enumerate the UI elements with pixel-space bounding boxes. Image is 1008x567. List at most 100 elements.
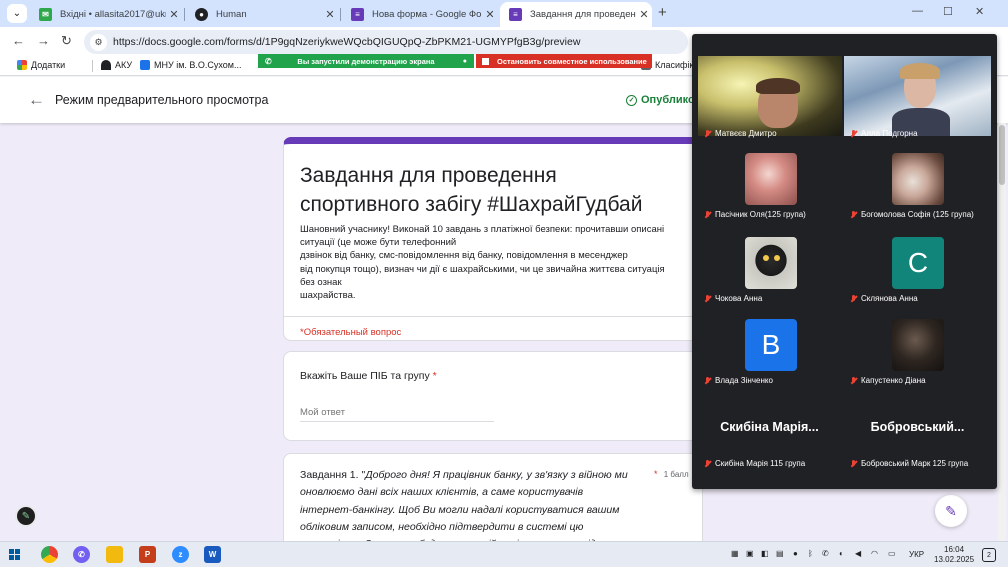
participant-tile[interactable]: Склянова Анна (838, 289, 997, 303)
stop-sharing-button[interactable]: Остановить совместное использование (476, 54, 652, 68)
bookmark-label: АКУ (115, 60, 133, 70)
form-header-card: Завдання для проведення спортивного забі… (283, 137, 703, 341)
windows-taskbar: ✆ P z W ▦ ▣ ◧ ▤ ● ᛒ ✆ ◐ ◀ ◠ ▭ УКР 16:04 … (0, 541, 1008, 567)
close-icon[interactable]: ✕ (482, 8, 498, 21)
mic-off-icon (704, 376, 712, 385)
close-window-icon[interactable]: ✕ (975, 5, 984, 18)
tray-app-icon[interactable]: ▤ (776, 549, 784, 558)
tray-app-icon[interactable]: ◐ (839, 549, 844, 558)
tab-form-preview[interactable]: ≡ Завдання для проведення спо ✕ (500, 2, 652, 27)
description-line: без ознак (300, 276, 342, 288)
participant-video (844, 56, 991, 136)
name-text: Матвєєв Дмитро (715, 129, 777, 138)
participant-tile[interactable]: Пасічник Оля(125 група) (692, 205, 844, 219)
language-indicator[interactable]: УКР (909, 550, 924, 559)
tab-separator (184, 8, 185, 21)
check-circle-icon: ✓ (626, 94, 637, 106)
tab-title: Нова форма - Google Формы (372, 9, 482, 20)
maximize-icon[interactable]: ☐ (943, 5, 953, 18)
description-line: Шановний учаснику! Виконай 10 завдань з … (300, 224, 665, 235)
windows-start-icon[interactable] (9, 549, 21, 561)
participant-name: Скибіна Марія 115 група (704, 459, 805, 468)
participant-name: Влада Зінченко (704, 376, 773, 385)
word-icon[interactable]: W (204, 546, 221, 563)
tray-zoom-icon[interactable]: ● (793, 549, 798, 558)
participant-avatar (745, 153, 797, 205)
page-scrollbar[interactable] (998, 123, 1006, 541)
zoom-icon[interactable]: z (172, 546, 189, 563)
participant-name: Алла Подгорна (850, 129, 918, 138)
participant-tile[interactable]: Влада Зінченко (692, 371, 844, 385)
tab-human[interactable]: ● Human ✕ (186, 2, 338, 27)
tray-app-icon[interactable]: ◧ (761, 549, 769, 558)
task-text: Завдання 1. "Доброго дня! Я працівник ба… (300, 467, 632, 541)
new-tab-button[interactable]: + (658, 4, 667, 21)
name-text: Алла Подгорна (861, 129, 918, 138)
clock[interactable]: 16:04 13.02.2025 (934, 545, 974, 565)
participant-tile[interactable]: Богомолова Софія (125 група) (838, 205, 997, 219)
participant-tile[interactable]: Алла Подгорна (844, 34, 997, 138)
file-explorer-icon[interactable] (106, 546, 123, 563)
participant-tile[interactable]: Капустенко Діана (838, 371, 997, 385)
participant-avatar: В (745, 319, 797, 371)
bluetooth-icon[interactable]: ᛒ (808, 549, 813, 558)
reload-icon[interactable]: ↻ (61, 33, 72, 49)
powerpoint-icon[interactable]: P (139, 546, 156, 563)
stop-icon (482, 57, 489, 65)
grammarly-edit-icon[interactable]: ✎ (15, 505, 37, 527)
notification-icon[interactable]: 2 (982, 548, 996, 562)
participant-display-name: Скибіна Марія... (720, 420, 819, 434)
volume-icon[interactable]: ◀ (855, 549, 861, 558)
bookmark-label: МНУ ім. В.О.Сухом... (154, 60, 242, 70)
scrollbar-thumb[interactable] (999, 125, 1005, 185)
close-icon[interactable]: ✕ (636, 8, 652, 21)
bookmark-aku[interactable]: АКУ (101, 60, 132, 70)
form-title: Завдання для проведення спортивного забі… (300, 164, 643, 216)
publish-status[interactable]: ✓ Опублико (626, 94, 695, 106)
shield-icon: ● (462, 57, 467, 65)
tray-app-icon[interactable]: ▣ (746, 549, 754, 558)
bookmark-apps[interactable]: Додатки (17, 60, 65, 70)
participant-name: Матвєєв Дмитро (704, 129, 777, 138)
tray-viber-icon[interactable]: ✆ (822, 549, 829, 558)
participant-tile[interactable]: Бобровський Марк 125 група (838, 454, 997, 468)
pencil-icon[interactable]: ✎ (935, 495, 967, 527)
question-card-task-1: Завдання 1. "Доброго дня! Я працівник ба… (283, 453, 703, 541)
required-star: * (654, 469, 658, 479)
participant-tile[interactable]: Скибіна Марія 115 група (692, 454, 844, 468)
viber-icon[interactable]: ✆ (73, 546, 90, 563)
tray-app-icon[interactable]: ▦ (731, 549, 739, 558)
forward-icon[interactable]: → (37, 33, 50, 48)
tab-title: Human (216, 9, 247, 20)
apps-grid-icon (17, 60, 27, 70)
publish-label: Опублико (641, 94, 695, 106)
mic-off-icon (704, 294, 712, 303)
points-label: * 1 балл (654, 469, 689, 479)
clock-date: 13.02.2025 (934, 555, 975, 564)
participant-tile[interactable]: Чокова Анна (692, 289, 844, 303)
participant-display-name: Бобровський... (870, 420, 965, 434)
mic-off-icon (850, 294, 858, 303)
tab-new-form[interactable]: ≡ Нова форма - Google Формы ✕ (342, 2, 498, 27)
name-text: Влада Зінченко (715, 376, 773, 385)
back-arrow-icon[interactable]: ← (28, 90, 45, 110)
tab-search-button[interactable]: ⌄ (7, 4, 27, 23)
close-icon[interactable]: ✕ (166, 8, 182, 21)
participant-avatar: С (892, 237, 944, 289)
minimize-icon[interactable]: — (912, 5, 923, 17)
name-text: Пасічник Оля(125 група) (715, 210, 806, 219)
answer-input[interactable] (300, 404, 494, 422)
name-text: Склянова Анна (861, 294, 918, 303)
battery-icon[interactable]: ▭ (888, 549, 896, 558)
name-text: Капустенко Діана (861, 376, 926, 385)
clock-time: 16:04 (944, 545, 965, 554)
close-icon[interactable]: ✕ (322, 8, 338, 21)
site-info-icon[interactable]: ⚙ (90, 33, 107, 51)
address-bar[interactable]: ⚙ https://docs.google.com/forms/d/1P9gqN… (84, 30, 688, 54)
back-icon[interactable]: ← (12, 33, 25, 48)
chrome-icon[interactable] (41, 546, 58, 563)
participant-tile[interactable]: Матвєєв Дмитро (692, 34, 844, 138)
bookmark-mnu[interactable]: МНУ ім. В.О.Сухом... (140, 60, 242, 70)
tab-ukrnet[interactable]: ✉ Вхідні • allasita2017@ukr.net ✕ (30, 2, 182, 27)
wifi-icon[interactable]: ◠ (871, 549, 878, 558)
